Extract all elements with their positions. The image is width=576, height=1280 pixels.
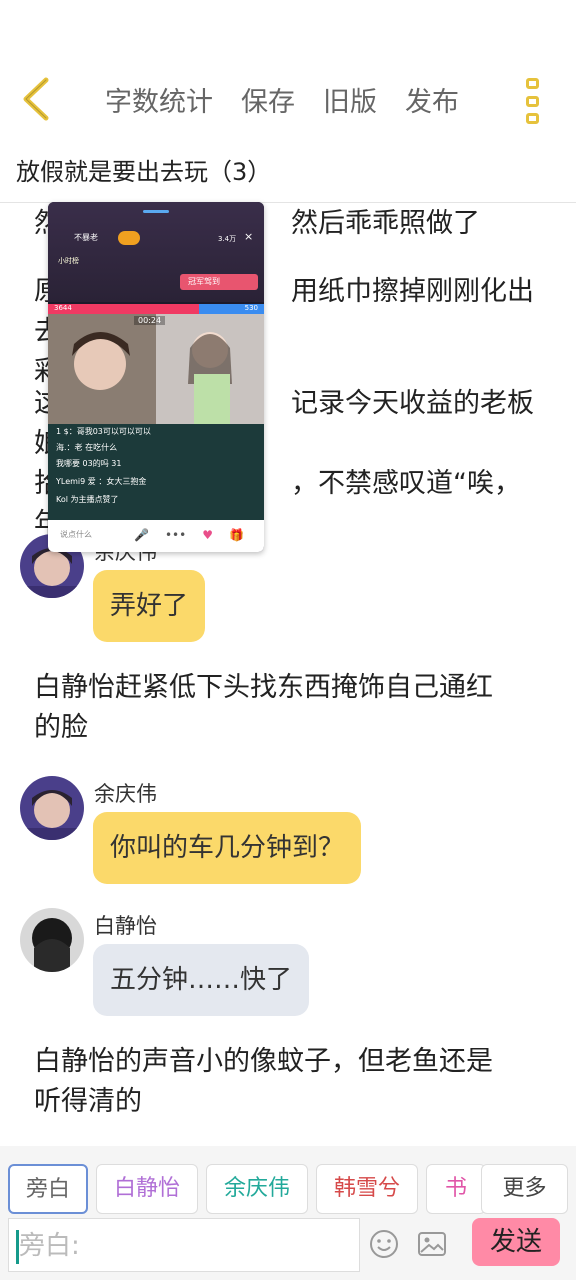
message-bubble[interactable]: 你叫的车几分钟到？ [93,812,362,884]
text-cursor [16,1230,19,1264]
old-version-button[interactable]: 旧版 [323,80,377,119]
chat-line: Kol 为主播点赞了 [56,495,119,504]
role-shu[interactable]: 书咔 [426,1164,486,1214]
chat-line: 海.：老 在吃什么 [56,443,118,452]
more-options-icon[interactable] [526,78,540,124]
message-bubble[interactable]: 弄好了 [93,570,206,642]
chevron-left-icon [23,77,49,121]
champion-badge: 冠军驾到 [180,274,258,290]
live-input-bar: 说点什么 🎤 ••• ♥ 🎁 [48,520,264,552]
more-roles-button[interactable]: 更多 [481,1164,568,1214]
avatar [20,908,84,972]
chapter-title: 放假就是要出去玩（3） [16,158,272,186]
role-yu-qingwei[interactable]: 余庆伟 [206,1164,308,1214]
speaker-name: 白静怡 [94,914,157,938]
dialogue-message[interactable]: 白静怡 五分钟……快了 [20,908,560,1020]
emoji-icon[interactable] [368,1228,400,1260]
host-name: 不暴老 [74,233,98,242]
speaker-name: 余庆伟 [94,782,157,806]
pk-score-bar: 3644 530 [48,304,264,314]
mic-icon[interactable]: 🎤 [134,528,149,542]
rank-label: 小时榜 [58,257,79,265]
follow-button[interactable] [118,231,140,245]
word-count-button[interactable]: 字数统计 [105,80,213,119]
live-comment-input[interactable]: 说点什么 [60,529,92,540]
publish-button[interactable]: 发布 [405,80,459,119]
avatar [20,776,84,840]
send-button[interactable]: 发送 [472,1218,560,1266]
message-input[interactable]: 旁白: [8,1218,360,1272]
role-selector: 旁白 白静怡 余庆伟 韩雪兮 书咔 更多 [0,1146,576,1218]
save-button[interactable]: 保存 [241,80,295,119]
role-narrator[interactable]: 旁白 [8,1164,88,1214]
close-icon[interactable]: × [244,230,253,243]
message-bubble[interactable]: 五分钟……快了 [93,944,310,1016]
more-icon[interactable]: ••• [165,528,186,542]
viewer-count: 3.4万 [218,235,237,243]
live-actions: 🎤 ••• ♥ 🎁 [134,528,244,542]
chat-line: YLemi9 爱 ：女大三抱金 [56,477,147,486]
live-chat: 1 $：哥我03可以可以可以 海.：老 在吃什么 我哪要 03的吗 31 YLe… [48,424,264,520]
top-bar: 字数统计 保存 旧版 发布 [0,62,576,140]
video-feed [48,314,264,424]
pk-timer: 00:24 [134,316,166,325]
score-left: 3644 [54,304,72,312]
editor-page: 字数统计 保存 旧版 发布 放假就是要出去玩（3） 然然后乖乖照做了 原用纸巾擦… [0,0,576,1280]
drag-handle[interactable] [143,210,169,213]
narration-5[interactable]: 白静怡的声音小的像蚊子，但老鱼还是 听得清的 [34,1042,554,1122]
chat-line: 我哪要 03的吗 31 [56,459,122,468]
chat-line: 1 $：哥我03可以可以可以 [56,427,151,436]
back-button[interactable] [18,76,58,122]
dialogue-message[interactable]: 余庆伟 你叫的车几分钟到？ [20,776,560,888]
score-right: 530 [244,304,258,312]
top-menu: 字数统计 保存 旧版 发布 [105,80,459,119]
live-stream-window[interactable]: 不暴老 3.4万 × 小时榜 冠军驾到 3644 530 00:24 1 $：哥… [48,202,264,552]
narration-4[interactable]: 白静怡赶紧低下头找东西掩饰自己通红 的脸 [34,668,554,748]
heart-icon[interactable]: ♥ [202,528,213,542]
image-icon[interactable] [416,1228,448,1260]
role-bai-jingyi[interactable]: 白静怡 [96,1164,198,1214]
role-han-xuexi[interactable]: 韩雪兮 [316,1164,418,1214]
gift-icon[interactable]: 🎁 [229,528,244,542]
